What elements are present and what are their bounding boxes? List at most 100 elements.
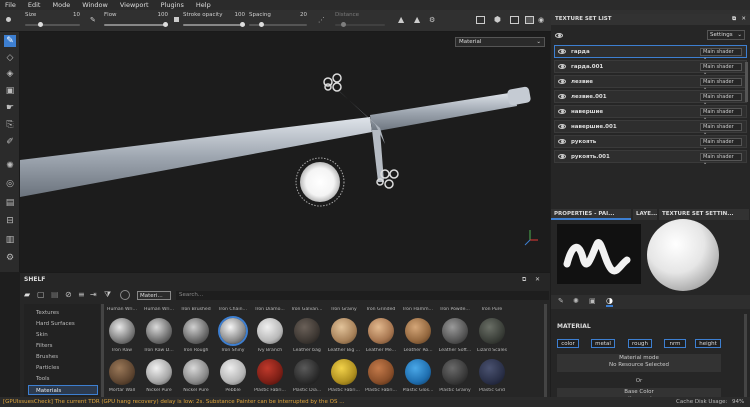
brush-icon[interactable]: ✎: [558, 297, 564, 305]
filter-icon[interactable]: ⧩: [104, 290, 111, 300]
material-thumbnail[interactable]: [183, 318, 209, 344]
texture-set-row[interactable]: гарда.001 Main shader ⌄: [554, 60, 747, 76]
shader-select[interactable]: Main shader ⌄: [700, 123, 742, 136]
float-icon[interactable]: ⧉: [522, 276, 526, 284]
eye-icon[interactable]: [558, 154, 566, 159]
material-thumbnail[interactable]: [331, 318, 357, 344]
material-thumbnail[interactable]: [479, 318, 505, 344]
camera-view-icon[interactable]: [476, 12, 488, 30]
category-skin[interactable]: Skin: [36, 332, 48, 338]
viewport-mode-select[interactable]: Material ⌄: [455, 37, 545, 47]
category-brushes[interactable]: Brushes: [36, 354, 58, 360]
texture-set-row[interactable]: гарда Main shader ⌄: [554, 45, 747, 61]
material-thumbnail[interactable]: [109, 318, 135, 344]
category-tools[interactable]: Tools: [36, 376, 50, 382]
material-thumbnail[interactable]: [442, 318, 468, 344]
settings-icon[interactable]: ▤: [4, 197, 16, 209]
flow-control[interactable]: Flow 100: [104, 12, 168, 30]
material-thumbnail[interactable]: [405, 318, 431, 344]
bake-icon[interactable]: ✺: [4, 160, 16, 172]
eye-icon[interactable]: [558, 94, 566, 99]
display-mode-icon[interactable]: [510, 12, 522, 30]
texture-set-row[interactable]: навершие Main shader ⌄: [554, 105, 747, 121]
category-textures[interactable]: Textures: [36, 310, 59, 316]
material-thumbnail[interactable]: [442, 359, 468, 385]
tab-layers[interactable]: LAYE...: [633, 209, 657, 220]
import-icon[interactable]: ▤: [51, 290, 59, 299]
stroke-opacity-control[interactable]: Stroke opacity 100: [183, 12, 245, 30]
category-hard-surfaces[interactable]: Hard Surfaces: [36, 321, 75, 327]
paint-brush-icon[interactable]: ✎: [4, 35, 16, 47]
clone-icon[interactable]: ⎘: [4, 119, 16, 131]
eye-icon[interactable]: [558, 109, 566, 114]
menu-file[interactable]: File: [5, 1, 16, 9]
material-thumbnail-selected[interactable]: [220, 318, 246, 344]
menu-window[interactable]: Window: [82, 1, 108, 9]
eye-icon[interactable]: [558, 79, 566, 84]
material-thumbnail[interactable]: [368, 318, 394, 344]
color-picker-icon[interactable]: ✐: [4, 136, 16, 148]
filter-toggle[interactable]: [120, 290, 130, 300]
visibility-all-icon[interactable]: [555, 32, 565, 40]
search-input[interactable]: Search...: [176, 291, 549, 300]
geometry-mask-icon[interactable]: ▣: [4, 85, 16, 97]
material-thumbnail[interactable]: [146, 359, 172, 385]
channel-nrm-chip[interactable]: nrm: [664, 339, 686, 348]
texture-set-scrollbar[interactable]: [745, 62, 748, 102]
hide-icon[interactable]: ⊘: [65, 290, 72, 299]
stroke-opacity-slider[interactable]: [183, 22, 245, 27]
shelf-scrollbar[interactable]: [544, 304, 547, 397]
render-mode-icon[interactable]: [525, 12, 537, 30]
folder-icon[interactable]: ▰: [24, 290, 30, 299]
symmetry-mode-icon[interactable]: ▲: [414, 12, 424, 30]
close-icon[interactable]: ✕: [535, 276, 540, 283]
shader-select[interactable]: Main shader ⌄: [700, 48, 742, 61]
channel-metal-chip[interactable]: metal: [591, 339, 615, 348]
shader-select[interactable]: Main shader ⌄: [700, 153, 742, 166]
screenshot-icon[interactable]: ◉: [538, 12, 550, 30]
material-thumbnail[interactable]: [220, 359, 246, 385]
material-thumbnail[interactable]: [146, 318, 172, 344]
shader-select[interactable]: Main shader ⌄: [700, 78, 742, 91]
material-thumbnail[interactable]: [331, 359, 357, 385]
stroke-opacity-value[interactable]: 100: [235, 12, 246, 18]
category-materials-selected[interactable]: Materials: [28, 385, 98, 395]
menu-plugins[interactable]: Plugins: [161, 1, 184, 9]
material-thumbnail[interactable]: [368, 359, 394, 385]
channel-height-chip[interactable]: height: [695, 339, 721, 348]
flow-value[interactable]: 100: [158, 12, 169, 18]
script-icon[interactable]: ⊟: [4, 215, 16, 227]
alpha-icon[interactable]: ✺: [573, 297, 579, 305]
projection-icon[interactable]: ◈: [4, 68, 16, 80]
float-icon[interactable]: ⧉: [732, 16, 736, 23]
material-picker-icon[interactable]: ◎: [4, 178, 16, 190]
close-icon[interactable]: ✕: [741, 16, 746, 22]
material-thumbnail[interactable]: [294, 318, 320, 344]
texture-set-row[interactable]: рукоять Main shader ⌄: [554, 135, 747, 151]
size-value[interactable]: 10: [73, 12, 80, 18]
shader-select[interactable]: Main shader ⌄: [700, 93, 742, 106]
symmetry-settings-icon[interactable]: ⚙: [429, 12, 439, 30]
menu-viewport[interactable]: Viewport: [120, 1, 149, 9]
texture-set-row[interactable]: лезвие Main shader ⌄: [554, 75, 747, 91]
symmetry-icon[interactable]: ▲: [398, 12, 408, 30]
category-filters[interactable]: Filters: [36, 343, 53, 349]
eye-icon[interactable]: [558, 139, 566, 144]
stencil-icon[interactable]: ▣: [589, 297, 596, 305]
texture-set-row[interactable]: лезвие.001 Main shader ⌄: [554, 90, 747, 106]
material-icon[interactable]: ◑: [606, 296, 613, 307]
spacing-control[interactable]: Spacing 20: [249, 12, 307, 30]
menu-mode[interactable]: Mode: [52, 1, 70, 9]
material-thumbnail[interactable]: [183, 359, 209, 385]
material-thumbnail[interactable]: [294, 359, 320, 385]
material-thumbnail[interactable]: [257, 359, 283, 385]
smudge-icon[interactable]: ☛: [4, 102, 16, 114]
flow-slider[interactable]: [104, 22, 168, 27]
export-icon[interactable]: ▥: [4, 234, 16, 246]
export-icon[interactable]: ⇥: [90, 290, 97, 299]
texture-set-row[interactable]: рукоять.001 Main shader ⌄: [554, 150, 747, 166]
lazy-mouse-icon[interactable]: ⋰: [318, 12, 328, 30]
material-thumbnail[interactable]: [405, 359, 431, 385]
menu-help[interactable]: Help: [196, 1, 211, 9]
properties-scrollbar[interactable]: [744, 314, 747, 404]
